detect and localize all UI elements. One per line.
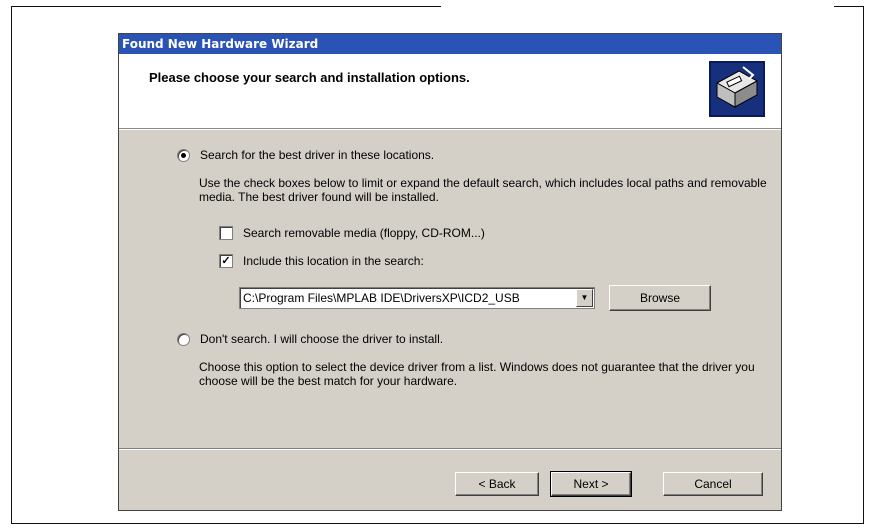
cancel-button[interactable]: Cancel — [663, 472, 763, 496]
dont-search-option-label: Don't search. I will choose the driver t… — [200, 332, 444, 346]
dont-search-option[interactable]: Don't search. I will choose the driver t… — [177, 332, 443, 346]
wizard-header: Please choose your search and installati… — [119, 54, 781, 130]
removable-media-checkbox[interactable] — [219, 226, 233, 240]
next-button[interactable]: Next > — [550, 471, 632, 497]
dont-search-description: Choose this option to select the device … — [199, 360, 755, 388]
location-combobox[interactable]: C:\Program Files\MPLAB IDE\DriversXP\ICD… — [239, 287, 595, 309]
search-radio[interactable] — [177, 148, 190, 162]
removable-media-label: Search removable media (floppy, CD-ROM..… — [243, 226, 485, 240]
search-description: Use the check boxes below to limit or ex… — [199, 176, 767, 204]
window-title: Found New Hardware Wizard — [122, 37, 319, 51]
dont-search-radio[interactable] — [177, 332, 190, 346]
footer-divider — [119, 448, 781, 450]
wizard-dialog: Found New Hardware Wizard Please choose … — [118, 33, 782, 511]
wizard-body: Search for the best driver in these loca… — [119, 130, 781, 448]
browse-button[interactable]: Browse — [609, 285, 711, 311]
dropdown-arrow-icon[interactable]: ▼ — [576, 289, 593, 307]
window-titlebar[interactable]: Found New Hardware Wizard — [119, 34, 781, 54]
include-location-checkbox[interactable]: ✓ — [219, 254, 233, 268]
removable-media-option[interactable]: Search removable media (floppy, CD-ROM..… — [219, 226, 485, 240]
header-title: Please choose your search and installati… — [149, 70, 470, 85]
include-location-option[interactable]: ✓ Include this location in the search: — [219, 254, 424, 268]
include-location-label: Include this location in the search: — [243, 254, 424, 268]
back-button[interactable]: < Back — [455, 472, 539, 496]
search-option[interactable]: Search for the best driver in these loca… — [177, 148, 434, 162]
location-value: C:\Program Files\MPLAB IDE\DriversXP\ICD… — [243, 291, 520, 305]
hardware-wizard-icon — [709, 61, 765, 117]
search-option-label: Search for the best driver in these loca… — [200, 148, 435, 162]
